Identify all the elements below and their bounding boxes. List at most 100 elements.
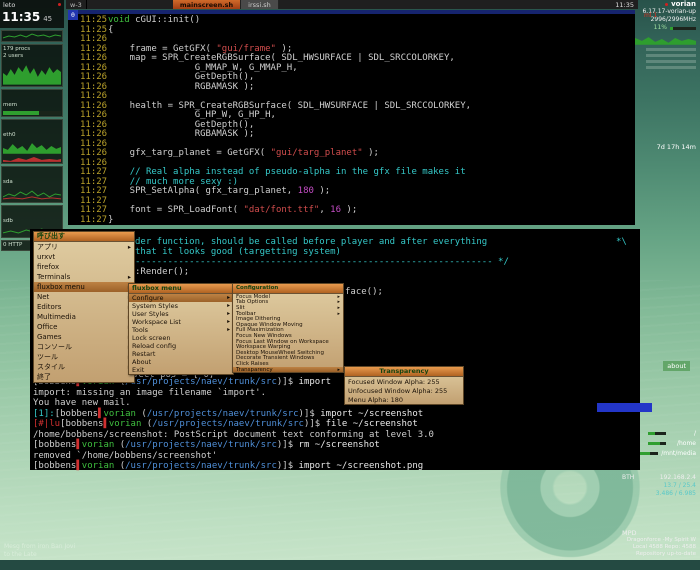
submenu-arrow-icon: ▸ — [128, 274, 131, 281]
menu-item[interactable]: スタイル▸ — [34, 362, 134, 372]
submenu-arrow-icon: ▸ — [338, 311, 340, 317]
code-token: RGBAMASK ); — [108, 129, 254, 139]
menu-item[interactable]: Focused Window Alpha: 255 — [345, 377, 463, 386]
menu-item-label: fluxbox menu — [37, 283, 85, 291]
fs-mountpoint: /mnt/media — [661, 450, 696, 457]
menu-item-label: Reload config — [132, 342, 176, 350]
code-token: "gui/frame" — [216, 44, 276, 54]
code-token: gfx_targ_planet = GetGFX( — [108, 148, 271, 158]
shell-token: import: missing an image filename `impor… — [33, 388, 266, 398]
code-line: 11:26 RGBAMASK ); — [80, 83, 635, 93]
shell-token: /usr/projects/naev/trunk/src — [147, 409, 299, 419]
code-token: // much more sexy :) — [130, 177, 238, 187]
code-token: G_HP_W, G_HP_H, — [108, 110, 276, 120]
code-fragment: :Render(); — [135, 267, 189, 277]
menu-item[interactable]: fluxbox menu▸ — [34, 282, 134, 292]
menu-item[interactable]: Unfocused Window Alpha: 255 — [345, 386, 463, 395]
menu-item[interactable]: Exit — [129, 366, 233, 374]
menu-item-label: Terminals — [37, 273, 70, 281]
menu-item[interactable]: Reload config — [129, 342, 233, 350]
code-token: "dat/font.ttf" — [243, 205, 319, 215]
sdb-label: sdb — [3, 218, 13, 224]
cpu-usage-bar — [670, 27, 696, 30]
menu-transparency: TransparencyFocused Window Alpha: 255Unf… — [344, 366, 464, 405]
menu-item[interactable]: User Styles▸ — [129, 310, 233, 318]
status-dot-icon — [58, 3, 61, 6]
menu-item[interactable]: urxvt — [34, 252, 134, 262]
network-block: BTH 192.168.2.4 13.7 / 25.4 3.486 / 6.98… — [618, 474, 700, 498]
menu-title[interactable]: Transparency — [345, 367, 463, 377]
code-token: frame = GetGFX( — [108, 44, 216, 54]
stat-line — [646, 60, 696, 63]
code-line: 11:25void cGUI::init() — [80, 16, 635, 26]
code-token: { — [108, 25, 113, 35]
eth0-up-graph — [3, 154, 61, 162]
menu-item[interactable]: Menu Alpha: 180 — [345, 395, 463, 404]
comment-fragment: *\ — [616, 237, 627, 247]
code-token: ); — [341, 205, 357, 215]
status-dot-icon — [665, 3, 668, 6]
code-line: 11:27 font = SPR_LoadFont( "dat/font.ttf… — [80, 206, 635, 216]
mem-bar — [3, 111, 61, 115]
code-line: 11:27} — [80, 216, 635, 226]
menu-item[interactable]: Office▸ — [34, 322, 134, 332]
clock-hm: 11:35 — [2, 10, 40, 24]
menu-item-label: Editors — [37, 303, 61, 311]
code-token: 180 — [298, 186, 314, 196]
load-graph — [3, 32, 61, 40]
menu-item[interactable]: Net▸ — [34, 292, 134, 302]
menu-item[interactable]: Configure▸ — [129, 294, 233, 302]
shell-line: [1]:[bobbens▌vorian (/usr/projects/naev/… — [33, 409, 434, 420]
eth0-down-graph — [3, 140, 61, 154]
shell-token: [bobbens — [60, 419, 103, 429]
menu-item[interactable]: Multimedia▸ — [34, 312, 134, 322]
menu-item[interactable]: Restart — [129, 350, 233, 358]
menu-item[interactable]: Transparency▸ — [233, 367, 343, 373]
eth0-label: eth0 — [3, 132, 16, 138]
code-line: 11:25{ — [80, 26, 635, 36]
submenu-arrow-icon: ▸ — [227, 319, 230, 325]
menu-item[interactable]: コンソール▸ — [34, 342, 134, 352]
shell-token: vorian — [109, 419, 142, 429]
menu-item[interactable]: firefox — [34, 262, 134, 272]
code-line: 11:26 RGBAMASK ); — [80, 130, 635, 140]
menu-item-label: Games — [37, 333, 62, 341]
code-token: ); — [314, 186, 330, 196]
shell-token: )]$ — [277, 461, 299, 471]
toolbar-tab[interactable]: irssi.sh — [241, 0, 279, 9]
shell-token: [bobbens — [33, 440, 76, 450]
menu-fluxbox: fluxbox menuConfigure▸System Styles▸User… — [128, 283, 234, 375]
workspace-indicator[interactable]: w-3 — [66, 0, 87, 9]
code-fragment: face(); — [345, 287, 383, 297]
menu-item[interactable]: Workspace List▸ — [129, 318, 233, 326]
menu-item-label: System Styles — [132, 302, 178, 310]
shell-token: /home/bobbens/screenshot: PostScript doc… — [33, 430, 434, 440]
menu-item[interactable]: Games▸ — [34, 332, 134, 342]
shell-token: )]$ — [304, 419, 326, 429]
menu-item[interactable]: 終了 — [34, 372, 134, 382]
shell-token: )]$ — [299, 409, 321, 419]
menu-item-label: Configure — [132, 294, 164, 302]
menu-item[interactable]: ツール▸ — [34, 352, 134, 362]
menu-item[interactable]: アプリ▸ — [34, 242, 134, 252]
comment-fragment: ----------------------------------------… — [135, 257, 509, 267]
line-timestamp: 11:27 — [80, 216, 108, 226]
toolbar-tab[interactable]: mainscreen.sh — [173, 0, 241, 9]
code-token: SPR_SetAlpha( gfx_targ_planet, — [108, 186, 298, 196]
ticker-line: to the Late — [4, 551, 75, 559]
comment-fragment: that it looks good (targetting system) — [135, 247, 341, 257]
toolbar-clock: 11:35 — [615, 0, 638, 9]
menu-item[interactable]: Tools▸ — [129, 326, 233, 334]
menu-item[interactable]: About — [129, 358, 233, 366]
menu-item[interactable]: Editors▸ — [34, 302, 134, 312]
menu-item[interactable]: System Styles▸ — [129, 302, 233, 310]
fs-mountpoint: / — [694, 430, 696, 437]
menu-item[interactable]: Terminals ▸ — [34, 272, 134, 282]
ip-address: 192.168.2.4 — [660, 474, 696, 482]
code-token — [108, 177, 130, 187]
menu-title[interactable]: Configuration — [233, 284, 343, 294]
menu-title[interactable]: 呼び出す — [34, 232, 134, 242]
menu-title[interactable]: fluxbox menu — [129, 284, 233, 294]
code-line: 11:27 SPR_SetAlpha( gfx_targ_planet, 180… — [80, 187, 635, 197]
menu-item[interactable]: Lock screen — [129, 334, 233, 342]
